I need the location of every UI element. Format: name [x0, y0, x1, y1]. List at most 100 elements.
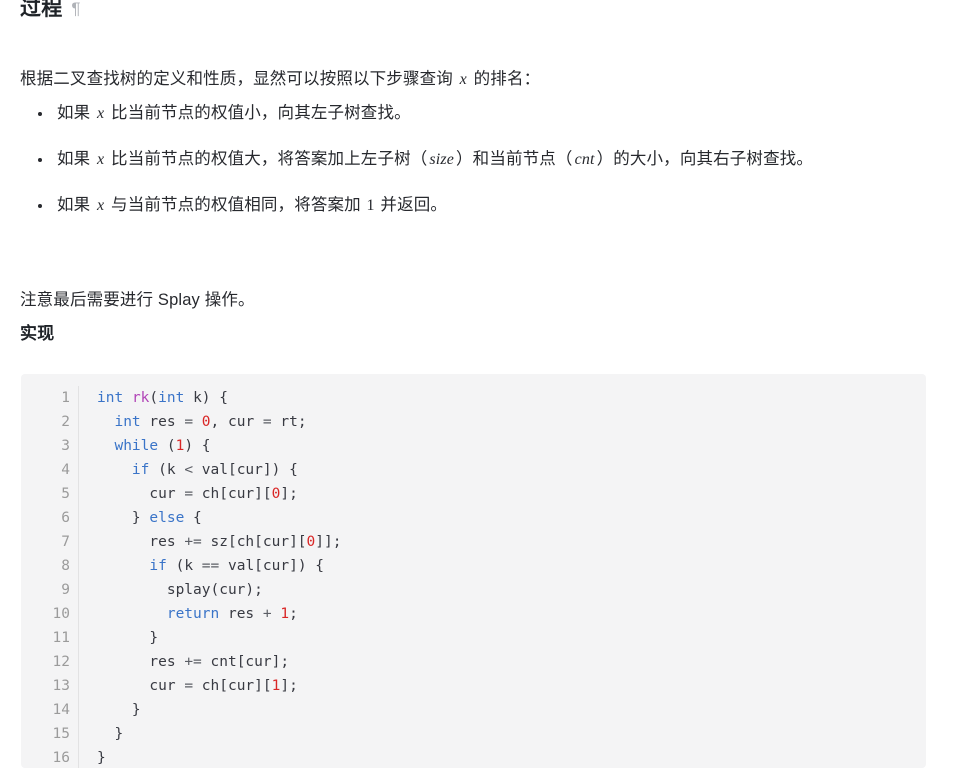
- code-token: =: [184, 414, 194, 430]
- code-content[interactable]: int rk(int k) { int res = 0, cur = rt; w…: [79, 386, 926, 768]
- code-line-number: 10: [52, 606, 70, 622]
- section-heading: 过程 ¶: [20, 0, 81, 24]
- code-token: }: [97, 702, 141, 718]
- code-token: (k: [149, 462, 185, 478]
- bullet-text-3: ）和当前节点（: [456, 150, 573, 168]
- code-line: splay(cur);: [97, 578, 926, 602]
- code-line-number: 5: [61, 486, 70, 502]
- code-block: 1 2 3 4 5 6 7 8 9 10 11 12 13 14 15 16 int rk(int k) { …: [21, 374, 926, 768]
- math-variable: x: [97, 151, 105, 168]
- code-token: splay(cur);: [97, 582, 263, 598]
- code-token: if: [131, 462, 150, 478]
- code-line-number: 13: [52, 678, 70, 694]
- code-line: if (k < val[cur]) {: [97, 458, 926, 482]
- code-token: if: [149, 558, 167, 574]
- code-line: }: [97, 722, 926, 746]
- code-line: while (1) {: [97, 434, 926, 458]
- code-token: ];: [280, 678, 298, 694]
- code-line: }: [97, 698, 926, 722]
- code-line-number: 1: [61, 390, 70, 406]
- code-token: res: [97, 534, 185, 550]
- code-token: val[cur]) {: [193, 462, 298, 478]
- code-token: }: [97, 750, 106, 766]
- code-line: res += cnt[cur];: [97, 650, 926, 674]
- code-line-number: 7: [61, 534, 70, 550]
- math-variable: x: [97, 197, 105, 214]
- intro-paragraph: 根据二叉查找树的定义和性质，显然可以按照以下步骤查询 x 的排名：: [20, 66, 920, 93]
- code-token: ch[cur][: [193, 678, 272, 694]
- code-token: cur: [97, 486, 185, 502]
- code-token: return: [166, 606, 220, 622]
- math-variable-x: x: [459, 70, 467, 88]
- bullet-text-2: 与当前节点的权值相同，将答案加: [106, 196, 366, 214]
- bullet-text-1: 如果: [57, 196, 96, 214]
- code-token: ;: [289, 606, 298, 622]
- code-line-number: 2: [61, 414, 70, 430]
- code-line-number: 12: [52, 654, 70, 670]
- code-line: cur = ch[cur][1];: [97, 674, 926, 698]
- code-line: int rk(int k) {: [97, 386, 926, 410]
- code-token: res: [219, 606, 263, 622]
- code-token: ch[cur][: [193, 486, 272, 502]
- code-token: else: [149, 510, 185, 526]
- code-token: val[cur]) {: [219, 558, 325, 574]
- code-line: int res = 0, cur = rt;: [97, 410, 926, 434]
- intro-text-before: 根据二叉查找树的定义和性质，显然可以按照以下步骤查询: [20, 69, 458, 88]
- code-token: 1: [280, 606, 290, 622]
- bullet-text-1: 如果: [57, 104, 96, 122]
- code-token: }: [97, 630, 159, 646]
- code-token: ) {: [184, 438, 211, 454]
- code-token: res: [97, 654, 185, 670]
- code-line-number: 16: [52, 750, 70, 766]
- splay-note-paragraph: 注意最后需要进行 Splay 操作。: [20, 290, 255, 309]
- code-token: 0: [201, 414, 211, 430]
- intro-text-after: 的排名：: [468, 69, 541, 88]
- code-token: +=: [184, 654, 202, 670]
- code-line: }: [97, 626, 926, 650]
- list-item: 如果 x 比当前节点的权值大，将答案加上左子树（ size ）和当前节点（ cnt ）的…: [20, 146, 936, 173]
- code-token: 0: [306, 534, 316, 550]
- code-token: =: [184, 486, 194, 502]
- code-line-number: 9: [61, 582, 70, 598]
- code-line: res += sz[ch[cur][0]];: [97, 530, 926, 554]
- code-token: sz[ch[cur][: [201, 534, 307, 550]
- math-term-cnt: cnt: [574, 151, 595, 168]
- math-number-one: 1: [366, 197, 375, 214]
- code-token: int: [114, 414, 141, 430]
- code-token: +=: [184, 534, 202, 550]
- code-token: (k: [166, 558, 202, 574]
- bullet-text-4: ）的大小，向其右子树查找。: [596, 150, 814, 168]
- code-token: rk: [131, 390, 150, 406]
- code-token: =: [262, 414, 272, 430]
- code-line: return res + 1;: [97, 602, 926, 626]
- list-item: 如果 x 比当前节点的权值小，向其左子树查找。: [20, 100, 936, 127]
- pilcrow-anchor-icon[interactable]: ¶: [71, 0, 80, 18]
- article-content: 过程 ¶ 根据二叉查找树的定义和性质，显然可以按照以下步骤查询 x 的排名： 如果…: [0, 0, 957, 778]
- code-line-number: 14: [52, 702, 70, 718]
- code-token: cnt[cur];: [201, 654, 290, 670]
- code-token: res: [140, 414, 185, 430]
- code-token: k) {: [184, 390, 228, 406]
- math-variable: x: [97, 105, 105, 122]
- math-term-size: size: [429, 151, 455, 168]
- code-token: =: [184, 678, 194, 694]
- code-token: }: [97, 510, 150, 526]
- code-token: ]];: [315, 534, 342, 550]
- code-token: ==: [201, 558, 220, 574]
- code-token: while: [114, 438, 159, 454]
- code-token: {: [184, 510, 202, 526]
- code-line-number: 11: [52, 630, 70, 646]
- steps-list: 如果 x 比当前节点的权值小，向其左子树查找。 如果 x 比当前节点的权值大，将…: [20, 100, 936, 219]
- code-token: }: [97, 726, 124, 742]
- code-token: (: [149, 390, 159, 406]
- code-line-number: 8: [61, 558, 70, 574]
- bullet-text-3: 并返回。: [375, 196, 448, 214]
- code-line-number: 15: [52, 726, 70, 742]
- code-token: <: [184, 462, 194, 478]
- code-line: } else {: [97, 506, 926, 530]
